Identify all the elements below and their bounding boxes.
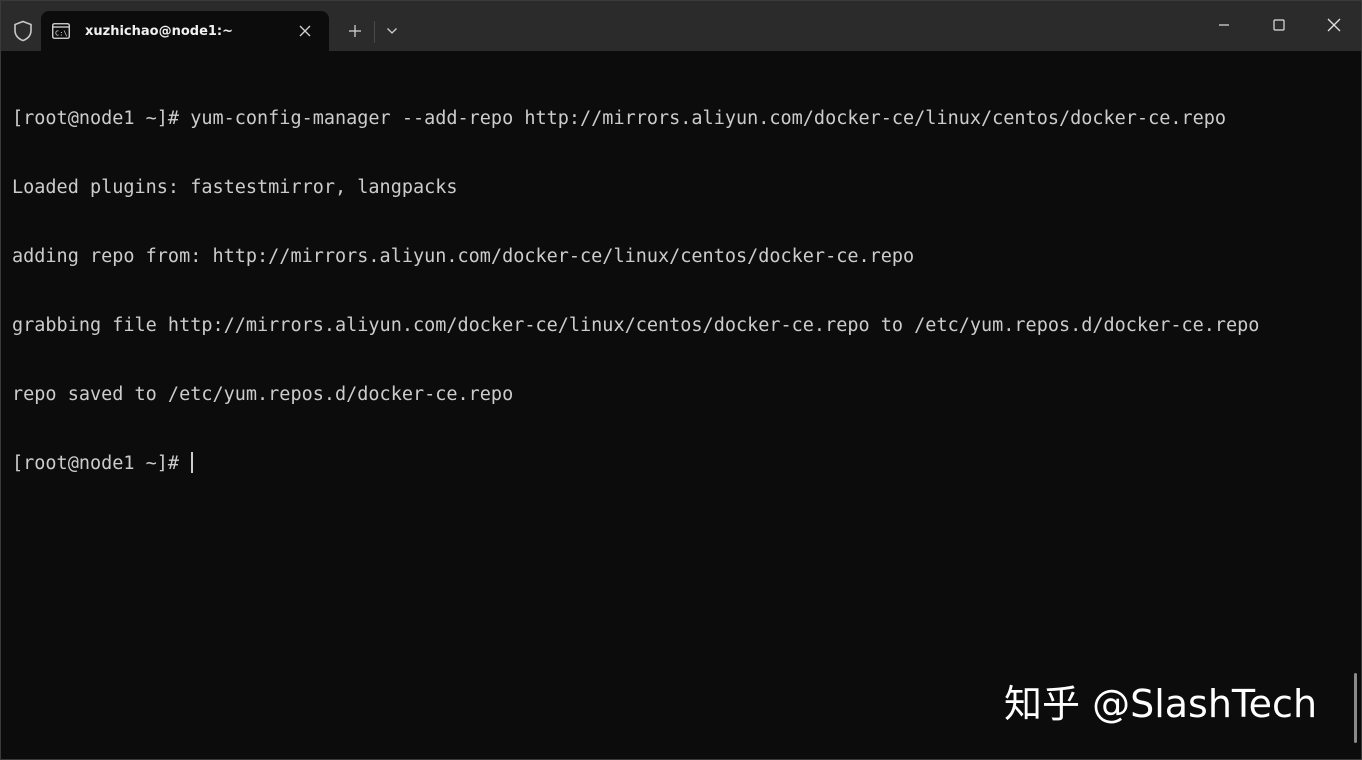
tab-terminal[interactable]: C:\ xuzhichao@node1:~ [41, 11, 329, 51]
terminal-window: C:\ xuzhichao@node1:~ [root@node1 ~]# yu… [0, 0, 1362, 760]
scrollbar[interactable] [1354, 673, 1357, 743]
tab-separator [374, 21, 375, 43]
tab-dropdown-button[interactable] [379, 15, 405, 47]
minimize-icon [1219, 24, 1229, 26]
plus-icon [349, 25, 361, 37]
shield-icon[interactable] [11, 19, 35, 43]
title-bar: C:\ xuzhichao@node1:~ [1, 1, 1361, 51]
close-icon [1327, 18, 1341, 32]
svg-text:C:\: C:\ [55, 30, 68, 38]
new-tab-button[interactable] [339, 15, 371, 47]
terminal-line: Loaded plugins: fastestmirror, langpacks [12, 177, 458, 198]
chevron-down-icon [387, 28, 397, 34]
text-cursor [191, 452, 194, 473]
minimize-button[interactable] [1197, 1, 1251, 49]
close-tab-icon[interactable] [291, 17, 319, 45]
terminal-line: adding repo from: http://mirrors.aliyun.… [12, 246, 915, 267]
terminal-line: [root@node1 ~]# yum-config-manager --add… [12, 108, 1227, 129]
terminal-icon: C:\ [51, 22, 71, 40]
close-window-button[interactable] [1307, 1, 1361, 49]
maximize-icon [1273, 19, 1285, 31]
terminal-line: grabbing file http://mirrors.aliyun.com/… [12, 315, 1260, 336]
tab-title: xuzhichao@node1:~ [85, 23, 234, 39]
watermark: 知乎 @SlashTech [1004, 682, 1318, 726]
maximize-button[interactable] [1252, 1, 1306, 49]
terminal-line: repo saved to /etc/yum.repos.d/docker-ce… [12, 384, 514, 405]
terminal-output[interactable]: [root@node1 ~]# yum-config-manager --add… [12, 61, 1341, 759]
prompt-line[interactable]: [root@node1 ~]# [12, 452, 1341, 475]
shell-prompt: [root@node1 ~]# [12, 453, 191, 474]
